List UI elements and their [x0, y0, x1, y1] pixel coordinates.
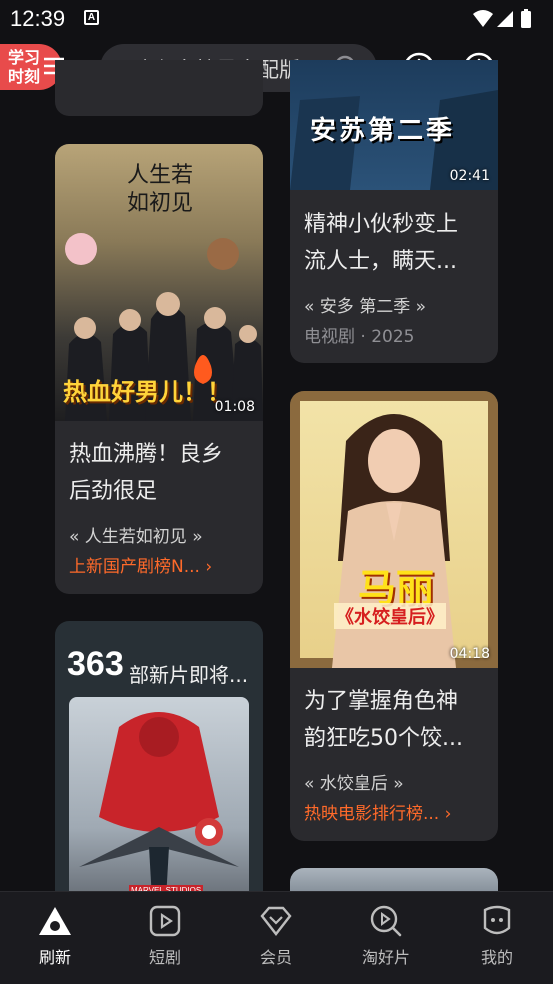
video-source[interactable]: « 安多 第二季 »: [304, 292, 426, 317]
notification-a-icon: A: [84, 10, 99, 25]
system-icons: [471, 8, 541, 34]
status-time: 12:39: [10, 6, 66, 31]
refresh-triangle-icon: [38, 904, 72, 938]
search-play-icon: [369, 904, 403, 938]
video-card[interactable]: 安苏第二季 02:41 精神小伙秒变上 流人士，瞒天... « 安多 第二季 »…: [290, 60, 498, 363]
promo-count: 363: [67, 645, 124, 683]
status-bar: 12:39 A: [0, 0, 553, 36]
promo-card[interactable]: 363 部新片即将... MARVEL STUDIOS: [55, 621, 263, 921]
tab-label: 我的: [480, 948, 513, 967]
thumbnail-caption: 热血好男儿！！: [63, 378, 231, 406]
wifi-icon: [473, 10, 493, 27]
video-duration: 01:08: [214, 399, 255, 415]
ranking-link[interactable]: 上新国产剧榜N... ›: [69, 552, 212, 577]
vip-diamond-icon: [259, 904, 293, 938]
tab-refresh[interactable]: 刷新: [0, 892, 110, 984]
video-card[interactable]: 人生若如初见 热血好男儿！！ 01:08 热血沸腾！良乡 后劲很足 « 人生若如…: [55, 144, 263, 594]
video-duration: 04:18: [449, 646, 490, 662]
signal-icon: [497, 11, 513, 27]
video-source[interactable]: « 人生若如初见 »: [69, 522, 203, 547]
tab-label: 刷新: [38, 948, 71, 967]
tab-profile[interactable]: 我的: [442, 892, 552, 984]
tab-short-drama[interactable]: 短剧: [110, 892, 220, 984]
thumbnail-caption: 安苏第二季: [310, 116, 456, 146]
video-meta: 电视剧 · 2025: [304, 327, 415, 347]
tab-vip[interactable]: 会员: [221, 892, 331, 984]
tab-discover[interactable]: 淘好片: [331, 892, 441, 984]
video-card[interactable]: 马丽 《水饺皇后》 04:18 为了掌握角色神 韵狂吃50个饺... « 水饺皇…: [290, 391, 498, 841]
play-square-icon: [148, 904, 182, 938]
tab-label: 会员: [259, 948, 292, 967]
video-duration: 02:41: [449, 168, 490, 184]
partial-card-top-left[interactable]: [55, 60, 263, 116]
promo-poster[interactable]: MARVEL STUDIOS: [69, 697, 249, 917]
video-title[interactable]: 精神小伙秒变上 流人士，瞒天...: [304, 206, 458, 280]
thumbnail-caption-sub: 《水饺皇后》: [334, 603, 446, 629]
profile-face-icon: [480, 904, 514, 938]
video-thumbnail[interactable]: 马丽 《水饺皇后》 04:18: [290, 391, 498, 668]
promo-text: 部新片即将...: [129, 663, 249, 687]
video-thumbnail[interactable]: 安苏第二季 02:41: [290, 60, 498, 190]
bottom-tab-bar: 刷新 短剧 会员 淘好片 我的: [0, 891, 553, 984]
video-title[interactable]: 为了掌握角色神 韵狂吃50个饺...: [304, 683, 463, 757]
battery-icon: [521, 9, 531, 28]
tab-label: 淘好片: [361, 948, 410, 967]
video-title[interactable]: 热血沸腾！良乡 后劲很足: [69, 436, 223, 510]
tab-label: 短剧: [148, 948, 181, 967]
study-badge-label: 学习时刻: [8, 48, 41, 86]
poster-title-text: 人生若如初见: [127, 163, 194, 216]
ranking-link[interactable]: 热映电影排行榜... ›: [304, 799, 451, 824]
video-thumbnail[interactable]: 人生若如初见 热血好男儿！！ 01:08: [55, 144, 263, 421]
video-source[interactable]: « 水饺皇后 »: [304, 769, 404, 794]
